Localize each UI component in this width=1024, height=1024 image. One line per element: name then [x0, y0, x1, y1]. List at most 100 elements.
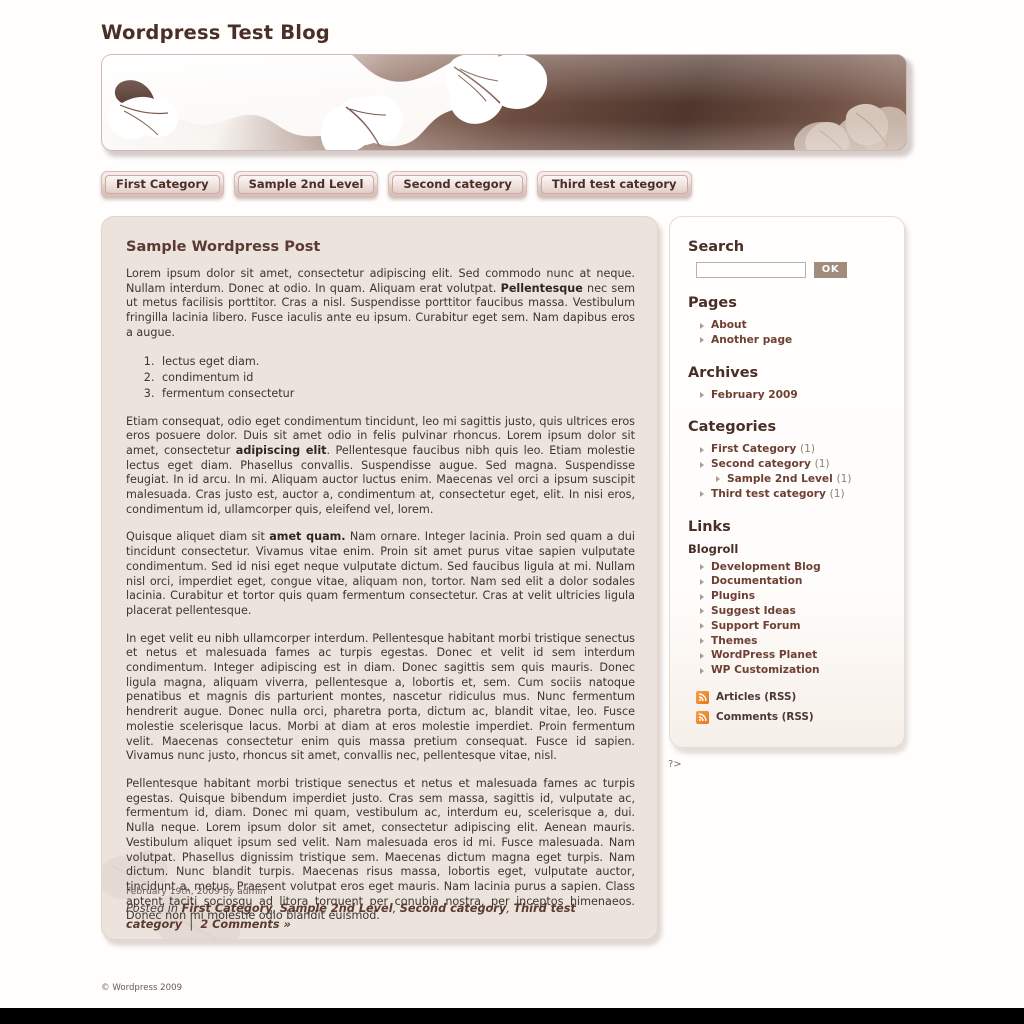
bottom-black-bar — [0, 1008, 1024, 1024]
list-item-label: Third test category — [711, 487, 826, 500]
sidebar-item-third-test-category[interactable]: Third test category (1) — [700, 487, 888, 502]
category-count: (1) — [800, 443, 816, 456]
list-item-label: Documentation — [711, 575, 803, 588]
footer-separator: , — [392, 902, 400, 915]
post-ordered-list: lectus eget diam. condimentum id ferment… — [126, 354, 635, 401]
comments-link[interactable]: 2 Comments » — [200, 918, 291, 931]
sidebar-item-first-category[interactable]: First Category (1) — [700, 442, 888, 457]
triangle-bullet-icon — [700, 667, 704, 674]
content-card: Sample Wordpress Post Lorem ipsum dolor … — [101, 216, 658, 940]
category-count: (1) — [829, 487, 845, 500]
list-item-label: February 2009 — [711, 388, 798, 401]
blogroll-list: Development Blog Documentation Plugins S… — [688, 560, 888, 678]
list-item: lectus eget diam. — [158, 354, 635, 369]
nav-tab-second-category[interactable]: Second category — [388, 171, 527, 198]
sidebar-heading-categories: Categories — [688, 419, 777, 436]
sidebar-heading-links: Links — [688, 518, 731, 535]
page-root: Wordpress Test Blog First Category Sampl… — [0, 0, 1024, 1008]
post-paragraph-2: Etiam consequat, odio eget condimentum t… — [126, 415, 635, 518]
sidebar-item-plugins[interactable]: Plugins — [700, 589, 888, 604]
nav-tab-label: First Category — [116, 177, 209, 191]
categories-list: First Category (1) Second category (1) S… — [688, 442, 888, 501]
sidebar-card: Search OK Pages About Another page Archi… — [669, 216, 905, 748]
main-content-panel: Sample Wordpress Post Lorem ipsum dolor … — [101, 216, 663, 946]
sidebar-item-wordpress-planet[interactable]: WordPress Planet — [700, 648, 888, 663]
sidebar-heading-search: Search — [688, 239, 745, 255]
sidebar-item-another-page[interactable]: Another page — [700, 333, 888, 348]
pages-list: About Another page — [688, 318, 888, 348]
feed-label: Articles (RSS) — [716, 691, 797, 704]
category-count: (1) — [836, 472, 852, 485]
search-submit-button[interactable]: OK — [814, 262, 847, 278]
header-banner — [101, 54, 913, 157]
archives-list: February 2009 — [688, 388, 888, 403]
feed-link-comments[interactable]: Comments (RSS) — [696, 710, 888, 724]
post-footer: Posted in First Category, Sample 2nd Lev… — [126, 901, 635, 933]
nav-tab-first-category[interactable]: First Category — [101, 171, 224, 198]
list-item: condimentum id — [158, 370, 635, 385]
sidebar-item-documentation[interactable]: Documentation — [700, 574, 888, 589]
post-date-author: February 19th, 2009 by admin — [126, 886, 266, 897]
category-nav: First Category Sample 2nd Level Second c… — [101, 171, 702, 199]
triangle-bullet-icon — [700, 461, 704, 468]
list-item-label: Suggest Ideas — [711, 604, 796, 617]
list-item-label: Plugins — [711, 590, 755, 603]
sidebar-item-second-category[interactable]: Second category (1) — [700, 457, 888, 472]
list-item-label: About — [711, 319, 747, 331]
nav-tab-label: Sample 2nd Level — [248, 177, 364, 191]
feed-link-articles[interactable]: Articles (RSS) — [696, 690, 888, 704]
triangle-bullet-icon — [700, 337, 704, 344]
triangle-bullet-icon — [716, 476, 720, 483]
footer-copyright: © Wordpress 2009 — [101, 983, 183, 993]
triangle-bullet-icon — [700, 491, 704, 498]
post-title: Sample Wordpress Post — [126, 239, 321, 255]
list-item-label: Sample 2nd Level — [727, 472, 833, 485]
sidebar-item-about[interactable]: About — [700, 318, 888, 333]
list-item-label: WordPress Planet — [711, 649, 818, 662]
list-item-label: Another page — [711, 333, 793, 346]
nav-tab-sample-2nd-level[interactable]: Sample 2nd Level — [233, 171, 379, 198]
list-item: fermentum consectetur — [158, 386, 635, 401]
list-item-label: WP Customization — [711, 664, 820, 677]
triangle-bullet-icon — [700, 578, 704, 585]
sidebar-panel: Search OK Pages About Another page Archi… — [669, 216, 909, 754]
sidebar-item-suggest-ideas[interactable]: Suggest Ideas — [700, 604, 888, 619]
sidebar-item-development-blog[interactable]: Development Blog — [700, 560, 888, 575]
footer-category-link[interactable]: Second category — [400, 902, 506, 915]
post-paragraph-1: Lorem ipsum dolor sit amet, consectetur … — [126, 267, 635, 341]
sidebar-item-february-2009[interactable]: February 2009 — [700, 388, 888, 403]
paragraph-bold: amet quam. — [269, 530, 346, 544]
posted-in-label: Posted in — [126, 902, 182, 915]
banner-top-sheen — [102, 55, 906, 105]
footer-separator: , — [272, 902, 280, 915]
sidebar-item-support-forum[interactable]: Support Forum — [700, 619, 888, 634]
nav-tab-label: Third test category — [551, 177, 677, 191]
triangle-bullet-icon — [700, 652, 704, 659]
footer-category-link[interactable]: Sample 2nd Level — [280, 902, 393, 915]
list-item-label: Second category — [711, 458, 811, 471]
feed-label: Comments (RSS) — [716, 711, 814, 724]
sidebar-item-sample-2nd-level[interactable]: Sample 2nd Level (1) — [700, 472, 888, 487]
footer-category-link[interactable]: First Category — [182, 902, 273, 915]
nav-tab-third-test-category[interactable]: Third test category — [536, 171, 692, 198]
paragraph-bold: adipiscing elit — [235, 443, 327, 457]
page-title: Wordpress Test Blog — [101, 21, 330, 44]
nav-tab-label: Second category — [403, 177, 512, 191]
post-paragraph-4: In eget velit eu nibh ullamcorper interd… — [126, 631, 635, 763]
triangle-bullet-icon — [700, 608, 704, 615]
rss-icon — [696, 710, 709, 724]
post-paragraph-3: Quisque aliquet diam sit amet quam. Nam … — [126, 530, 635, 618]
sidebar-item-wp-customization[interactable]: WP Customization — [700, 663, 888, 678]
search-form: OK — [688, 262, 888, 278]
rss-icon — [696, 690, 709, 704]
search-input[interactable] — [696, 262, 806, 278]
footer-separator: | — [182, 918, 201, 931]
banner-bottom-sheen — [102, 119, 906, 150]
paragraph-bold: Pellentesque — [500, 281, 583, 295]
sidebar-item-themes[interactable]: Themes — [700, 634, 888, 649]
triangle-bullet-icon — [700, 623, 704, 630]
list-item-label: Themes — [711, 634, 758, 647]
sidebar-heading-archives: Archives — [688, 364, 759, 381]
triangle-bullet-icon — [700, 638, 704, 645]
post-article: Sample Wordpress Post Lorem ipsum dolor … — [102, 217, 657, 939]
